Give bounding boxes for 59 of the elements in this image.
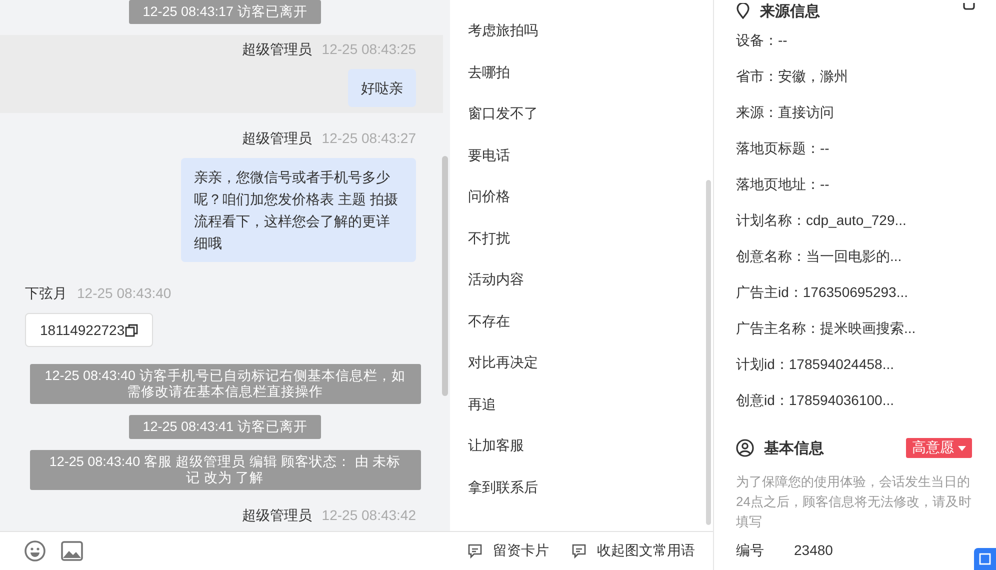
info-field: 设备：-- bbox=[736, 30, 996, 66]
section-title: 来源信息 bbox=[760, 2, 820, 20]
field-label: 编号 bbox=[736, 542, 764, 560]
quick-reply-item[interactable]: 拿到联系后 bbox=[468, 476, 538, 518]
message-bubble: 亲亲，您微信号或者手机号多少呢？咱们加您发价格表 主题 拍摄流程看下，这样您会了解的更详细哦 bbox=[181, 158, 416, 262]
scrollbar[interactable] bbox=[706, 180, 711, 525]
toolbar-button[interactable]: 收起图文常用语 bbox=[571, 542, 695, 560]
message-time: 12-25 08:43:27 bbox=[322, 130, 416, 148]
chat-icon bbox=[467, 543, 483, 560]
info-field: 落地页标题：-- bbox=[736, 138, 996, 174]
chat-window-button[interactable] bbox=[974, 548, 996, 570]
quick-reply-item[interactable]: 让加客服 bbox=[468, 435, 524, 476]
quick-reply-item[interactable]: 不存在 bbox=[468, 310, 510, 352]
quick-reply-item[interactable]: 活动内容 bbox=[468, 269, 524, 310]
message-bubble: 好哒亲 bbox=[348, 69, 416, 107]
quick-reply-item[interactable]: 要电话 bbox=[468, 144, 510, 186]
quick-reply-item[interactable]: 去哪拍 bbox=[468, 62, 510, 103]
system-notice: 12-25 08:43:40 访客手机号已自动标记右侧基本信息栏，如需修改请在基本信息栏直接操作 bbox=[30, 364, 420, 404]
info-note: 为了保障您的使用体验，会话发生当日的24点之后，顾客信息将无法修改，请及时填写 bbox=[736, 473, 972, 531]
quick-reply-item[interactable]: 再追 bbox=[468, 394, 496, 435]
quick-reply-item[interactable]: 考虑旅拍吗 bbox=[468, 20, 538, 62]
user-icon bbox=[736, 439, 754, 457]
message-time: 12-25 08:43:40 bbox=[77, 285, 172, 303]
info-field: 来源：直接访问 bbox=[736, 102, 996, 138]
section-title: 基本信息 bbox=[764, 438, 824, 458]
image-icon[interactable] bbox=[61, 541, 83, 562]
quick-reply-item[interactable]: 窗口发不了 bbox=[468, 103, 538, 144]
scrollbar[interactable] bbox=[442, 156, 448, 396]
phone-number: 18114922723 bbox=[40, 322, 125, 338]
caret-icon bbox=[958, 446, 966, 450]
system-notice: 12-25 08:43:17 访客已离开 bbox=[128, 0, 322, 24]
info-field: 广告主名称：提米映画搜索... bbox=[736, 318, 996, 354]
copy-icon[interactable] bbox=[124, 324, 138, 336]
system-notice: 12-25 08:43:41 访客已离开 bbox=[128, 415, 322, 439]
intent-dropdown[interactable]: 高意愿 bbox=[906, 438, 972, 458]
bag-icon[interactable] bbox=[962, 3, 976, 11]
system-notice: 12-25 08:43:40 客服 超级管理员 编辑 顾客状态： 由 未标记 改为 了解 bbox=[30, 450, 420, 490]
quick-reply-item[interactable]: 不打扰 bbox=[468, 228, 510, 269]
info-field: 计划id：178594024458... bbox=[736, 354, 996, 390]
quick-reply-item[interactable]: 问价格 bbox=[468, 186, 510, 228]
field-value: 23480 bbox=[794, 542, 833, 560]
sender-name: 超级管理员 bbox=[242, 507, 312, 525]
info-field: 计划名称：cdp_auto_729... bbox=[736, 210, 996, 246]
info-field: 广告主id：176350695293... bbox=[736, 282, 996, 318]
toolbar-button[interactable]: 留资卡片 bbox=[467, 542, 549, 560]
square-icon bbox=[979, 553, 991, 565]
chat-icon bbox=[571, 543, 587, 560]
sender-name: 超级管理员 bbox=[242, 41, 312, 59]
message-time: 12-25 08:43:42 bbox=[322, 507, 416, 525]
location-icon bbox=[736, 3, 750, 19]
info-field: 创意名称：当一回电影的... bbox=[736, 246, 996, 282]
message-time: 12-25 08:43:25 bbox=[322, 41, 416, 59]
info-field: 省市：安徽，滁州 bbox=[736, 66, 996, 102]
sender-name: 下弦月 bbox=[25, 285, 67, 303]
info-field: 创意id：178594036100... bbox=[736, 390, 996, 426]
info-field: 落地页地址：-- bbox=[736, 174, 996, 210]
sender-name: 超级管理员 bbox=[242, 130, 312, 148]
emoji-icon[interactable] bbox=[24, 540, 46, 562]
quick-reply-item[interactable]: 对比再决定 bbox=[468, 352, 538, 394]
